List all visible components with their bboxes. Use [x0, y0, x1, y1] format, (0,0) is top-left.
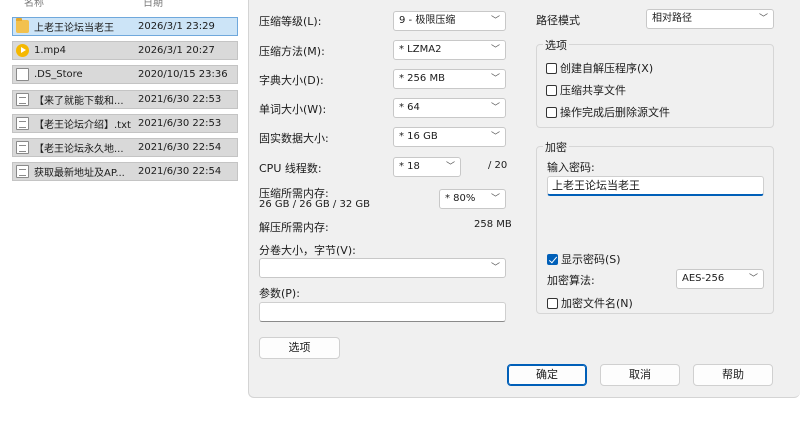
chevron-down-icon: ﹀ [445, 162, 455, 172]
encrypt-filenames-checkbox[interactable]: 加密文件名(N) [547, 295, 633, 311]
file-row[interactable]: 【老王论坛介绍】.txt 2021/6/30 22:53 [12, 114, 238, 133]
file-date: 2021/6/30 22:53 [137, 94, 222, 105]
cpu-threads-label: CPU 线程数: [259, 162, 322, 175]
file-name: .DS_Store [34, 69, 83, 80]
checkbox-icon [546, 84, 557, 96]
dictionary-size-label: 字典大小(D): [259, 74, 324, 87]
options-group-title: 选项 [543, 37, 569, 53]
chevron-down-icon: ﹀ [748, 274, 758, 284]
memory-compress-detail: 26 GB / 26 GB / 32 GB [259, 199, 370, 210]
memory-decompress-value: 258 MB [474, 219, 512, 230]
compression-method-select[interactable]: * LZMA2 ﹀ [393, 40, 506, 60]
compression-level-label: 压缩等级(L): [259, 15, 322, 28]
file-date: 2026/3/1 20:27 [137, 45, 215, 56]
solid-block-size-select[interactable]: * 16 GB ﹀ [393, 127, 506, 147]
parameters-label: 参数(P): [259, 287, 300, 300]
column-header-date[interactable]: 日期 [143, 0, 163, 9]
create-sfx-checkbox[interactable]: 创建自解压程序(X) [546, 60, 653, 76]
file-name: 【老王论坛永久地... [34, 144, 124, 155]
chevron-down-icon: ﹀ [490, 45, 500, 55]
chevron-down-icon: ﹀ [490, 132, 500, 142]
password-label: 输入密码: [547, 161, 595, 174]
compress-shared-checkbox[interactable]: 压缩共享文件 [546, 82, 626, 98]
checkbox-icon [547, 297, 558, 309]
encryption-method-select[interactable]: AES-256 ﹀ [676, 269, 764, 289]
password-input[interactable]: 上老王论坛当老王 [547, 176, 764, 196]
dictionary-size-select[interactable]: * 256 MB ﹀ [393, 69, 506, 89]
file-date: 2021/6/30 22:54 [137, 166, 222, 177]
memory-usage-select[interactable]: * 80% ﹀ [439, 189, 506, 209]
encryption-method-label: 加密算法: [547, 274, 595, 287]
file-row[interactable]: 【老王论坛永久地... 2021/6/30 22:54 [12, 138, 238, 157]
file-row[interactable]: 获取最新地址及AP... 2021/6/30 22:54 [12, 162, 238, 181]
chevron-down-icon: ﹀ [490, 16, 500, 26]
memory-decompress-label: 解压所需内存: [259, 221, 329, 234]
file-explorer-list: 名称 日期 上老王论坛当老王 2026/3/1 23:29 1.mp4 2026… [0, 0, 248, 421]
path-mode-select[interactable]: 相对路径 ﹀ [646, 9, 774, 29]
file-date: 2021/6/30 22:53 [137, 118, 222, 129]
text-file-icon [16, 93, 29, 106]
chevron-down-icon: ﹀ [490, 263, 500, 273]
video-file-icon [16, 44, 29, 57]
path-mode-label: 路径模式 [536, 14, 580, 27]
parameters-input[interactable] [259, 302, 506, 322]
delete-after-checkbox[interactable]: 操作完成后删除源文件 [546, 104, 670, 120]
options-button[interactable]: 选项 [259, 337, 340, 359]
split-size-label: 分卷大小，字节(V): [259, 244, 356, 257]
checkbox-icon [546, 62, 557, 74]
add-to-archive-dialog: 压缩等级(L): 9 - 极限压缩 ﹀ 压缩方法(M): * LZMA2 ﹀ 字典大… [248, 0, 800, 398]
file-row[interactable]: 1.mp4 2026/3/1 20:27 [12, 41, 238, 60]
compression-level-select[interactable]: 9 - 极限压缩 ﹀ [393, 11, 506, 31]
chevron-down-icon: ﹀ [758, 14, 768, 24]
chevron-down-icon: ﹀ [490, 194, 500, 204]
file-icon [16, 68, 29, 81]
column-header-name[interactable]: 名称 [24, 0, 44, 9]
file-date: 2026/3/1 23:29 [137, 21, 215, 32]
help-button[interactable]: 帮助 [693, 364, 773, 386]
cpu-threads-select[interactable]: * 18 ﹀ [393, 157, 461, 177]
file-name: 【老王论坛介绍】.txt [34, 120, 131, 131]
text-file-icon [16, 117, 29, 130]
file-row[interactable]: 上老王论坛当老王 2026/3/1 23:29 [12, 17, 238, 36]
chevron-down-icon: ﹀ [490, 103, 500, 113]
file-date: 2021/6/30 22:54 [137, 142, 222, 153]
checkbox-checked-icon [547, 253, 558, 265]
compression-method-label: 压缩方法(M): [259, 45, 325, 58]
file-name: 获取最新地址及AP... [34, 168, 125, 179]
file-name: 【来了就能下载和... [34, 96, 124, 107]
cancel-button[interactable]: 取消 [600, 364, 680, 386]
split-size-combobox[interactable]: ﹀ [259, 258, 506, 278]
chevron-down-icon: ﹀ [490, 74, 500, 84]
ok-button[interactable]: 确定 [507, 364, 587, 386]
text-file-icon [16, 141, 29, 154]
checkbox-icon [546, 106, 557, 118]
text-file-icon [16, 165, 29, 178]
file-name: 上老王论坛当老王 [34, 23, 114, 34]
solid-block-size-label: 固实数据大小: [259, 132, 329, 145]
word-size-label: 单词大小(W): [259, 103, 327, 116]
show-password-checkbox[interactable]: 显示密码(S) [547, 251, 621, 267]
cpu-threads-total: / 20 [488, 160, 508, 171]
encryption-group-title: 加密 [543, 139, 569, 155]
file-row[interactable]: .DS_Store 2020/10/15 23:36 [12, 65, 238, 84]
file-name: 1.mp4 [34, 45, 66, 56]
file-date: 2020/10/15 23:36 [137, 69, 228, 80]
file-row[interactable]: 【来了就能下载和... 2021/6/30 22:53 [12, 90, 238, 109]
folder-icon [16, 18, 29, 33]
word-size-select[interactable]: * 64 ﹀ [393, 98, 506, 118]
